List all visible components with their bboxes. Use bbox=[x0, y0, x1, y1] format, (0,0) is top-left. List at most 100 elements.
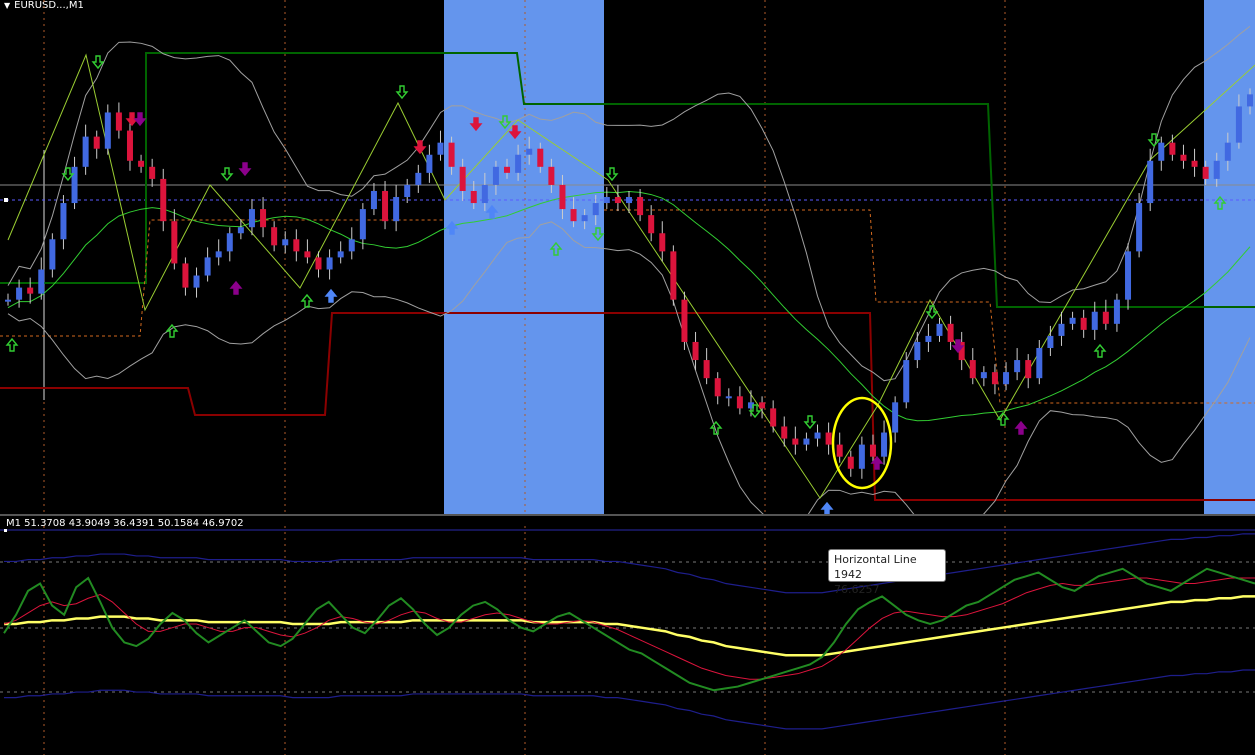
horizontal-line-tooltip: Horizontal Line 1942 76.6257 bbox=[828, 549, 946, 596]
session-highlight bbox=[444, 0, 604, 514]
bull-candle bbox=[980, 372, 987, 379]
panel-marker bbox=[4, 529, 7, 532]
bear-candle bbox=[1102, 311, 1109, 324]
bear-candle bbox=[182, 263, 189, 288]
bull-candle bbox=[592, 203, 599, 216]
bollinger-lower-line bbox=[7, 221, 1251, 515]
bear-candle bbox=[171, 221, 178, 264]
bear-candle bbox=[869, 444, 876, 457]
bear-candle bbox=[504, 166, 511, 173]
session-highlight bbox=[1204, 0, 1255, 514]
green-down-arrow-icon bbox=[61, 167, 75, 182]
tooltip-name: Horizontal Line 1942 bbox=[834, 553, 917, 581]
bear-candle bbox=[315, 257, 322, 270]
bear-candle bbox=[1080, 317, 1087, 330]
bull-candle bbox=[936, 323, 943, 336]
oscillator-lower-band-line bbox=[4, 669, 1255, 730]
purple-up-arrow-icon bbox=[229, 280, 243, 295]
bull-candle bbox=[581, 215, 588, 222]
bull-candle bbox=[437, 142, 444, 155]
green-down-arrow-icon bbox=[220, 167, 234, 182]
bull-candle bbox=[215, 251, 222, 258]
bull-candle bbox=[925, 335, 932, 342]
bear-candle bbox=[448, 142, 455, 167]
bear-candle bbox=[681, 299, 688, 342]
bear-candle bbox=[459, 166, 466, 191]
bull-candle bbox=[248, 209, 255, 228]
green-down-arrow-icon bbox=[605, 167, 619, 182]
bear-candle bbox=[847, 456, 854, 469]
bull-candle bbox=[370, 190, 377, 210]
bear-candle bbox=[537, 148, 544, 167]
bear-candle bbox=[570, 209, 577, 222]
bull-candle bbox=[814, 432, 821, 439]
bear-candle bbox=[736, 396, 743, 409]
bear-candle bbox=[27, 287, 34, 294]
bull-candle bbox=[426, 154, 433, 173]
support-line bbox=[0, 312, 1255, 501]
bear-candle bbox=[160, 178, 167, 222]
bear-candle bbox=[825, 432, 832, 445]
bear-candle bbox=[648, 215, 655, 234]
bear-candle bbox=[271, 227, 278, 246]
bear-candle bbox=[836, 444, 843, 457]
bull-candle bbox=[914, 341, 921, 361]
bear-candle bbox=[1180, 154, 1187, 161]
bull-candle bbox=[1147, 160, 1154, 204]
dashed-level-line bbox=[0, 219, 445, 337]
bull-candle bbox=[1091, 311, 1098, 330]
bull-candle bbox=[226, 233, 233, 252]
bull-candle bbox=[626, 197, 632, 204]
bear-candle bbox=[759, 402, 766, 409]
bull-candle bbox=[1247, 94, 1253, 107]
bull-candle bbox=[49, 239, 56, 270]
indicator-values-label: M1 51.3708 43.9049 36.4391 50.1584 46.97… bbox=[6, 518, 244, 529]
bull-candle bbox=[71, 166, 78, 204]
bear-candle bbox=[382, 190, 389, 222]
bull-candle bbox=[326, 257, 333, 270]
bull-candle bbox=[5, 299, 11, 302]
oscillator-chart[interactable] bbox=[0, 516, 1255, 755]
bull-candle bbox=[1069, 317, 1076, 324]
bear-candle bbox=[714, 378, 721, 397]
green-up-arrow-icon bbox=[5, 337, 19, 352]
oscillator-slow-line bbox=[4, 595, 1255, 657]
bear-candle bbox=[115, 112, 122, 131]
price-chart[interactable] bbox=[0, 0, 1255, 515]
bear-candle bbox=[93, 136, 100, 149]
bull-candle bbox=[337, 251, 344, 258]
green-up-arrow-icon bbox=[300, 293, 314, 308]
bull-candle bbox=[282, 239, 289, 246]
bear-candle bbox=[304, 251, 311, 258]
purple-up-arrow-icon bbox=[1014, 420, 1028, 435]
bull-candle bbox=[359, 209, 366, 240]
bull-candle bbox=[803, 438, 810, 445]
bull-candle bbox=[1113, 299, 1120, 324]
bull-candle bbox=[858, 444, 865, 469]
bear-candle bbox=[260, 209, 267, 228]
bear-candle bbox=[969, 360, 976, 379]
bear-candle bbox=[126, 130, 133, 161]
purple-down-arrow-icon bbox=[133, 112, 147, 127]
blue-up-arrow-icon bbox=[324, 288, 338, 303]
bull-candle bbox=[881, 432, 888, 457]
bear-candle bbox=[692, 341, 699, 361]
bull-candle bbox=[515, 154, 522, 173]
bull-candle bbox=[1014, 360, 1021, 373]
red-down-arrow-icon bbox=[413, 140, 427, 155]
bull-candle bbox=[1058, 323, 1065, 336]
bear-candle bbox=[1025, 360, 1032, 379]
bear-candle bbox=[947, 323, 954, 342]
bull-candle bbox=[104, 112, 111, 149]
green-up-arrow-icon bbox=[1093, 343, 1107, 358]
bear-candle bbox=[559, 184, 566, 210]
bear-candle bbox=[792, 438, 799, 445]
bull-candle bbox=[1003, 372, 1010, 385]
bear-candle bbox=[1169, 142, 1176, 155]
bear-candle bbox=[1191, 160, 1198, 167]
bear-candle bbox=[703, 360, 710, 379]
green-down-arrow-icon bbox=[395, 85, 409, 100]
zigzag-line bbox=[607, 64, 1255, 499]
bear-candle bbox=[548, 166, 555, 185]
bull-candle bbox=[1136, 203, 1143, 252]
